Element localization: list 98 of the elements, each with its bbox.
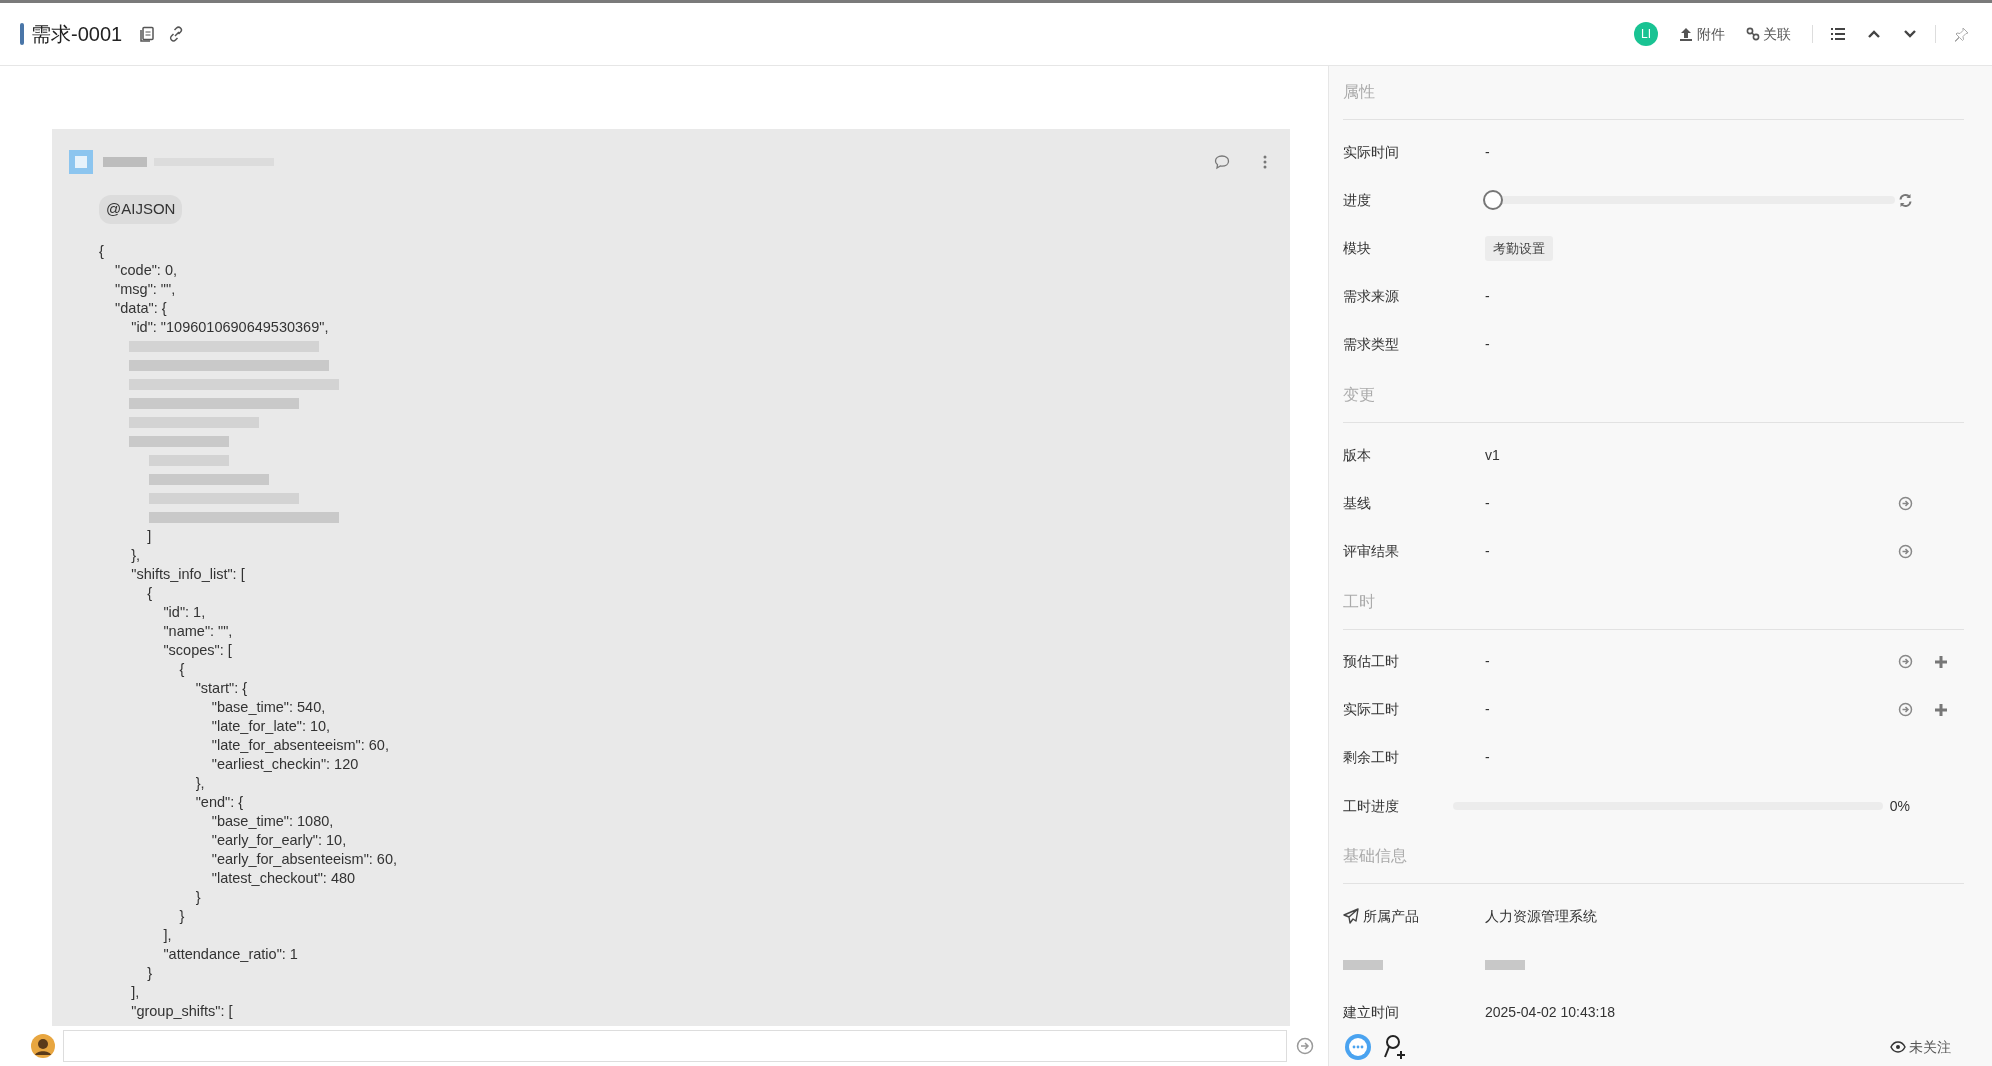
more-icon (1262, 155, 1268, 169)
field-label: 预估工时 (1343, 652, 1400, 672)
code-line: } (194, 887, 202, 907)
issue-title: 需求-0001 (31, 22, 123, 47)
code-line: { (99, 241, 105, 261)
field-value: - (1485, 748, 1490, 768)
blurred-avatar-icon (66, 147, 96, 177)
section-title: 属性 (1343, 66, 1964, 120)
field-label: 版本 (1343, 445, 1372, 465)
arrow-circle-icon (1897, 495, 1913, 511)
field-value: - (1485, 287, 1490, 307)
attachment-button[interactable]: 附件 (1679, 23, 1725, 45)
code-line: "base_time": 540, (210, 697, 327, 717)
field-label: 工时进度 (1343, 796, 1400, 816)
code-line: "early_for_absenteeism": 60, (210, 849, 398, 869)
blurred-label-drawing (1343, 957, 1383, 972)
link-icon (1745, 27, 1760, 41)
code-line: "id": 1, (162, 602, 207, 622)
link-icon (168, 26, 185, 42)
upload-icon (1679, 27, 1693, 41)
arrow-circle-icon (1897, 543, 1913, 559)
code-line: { (178, 659, 186, 679)
code-line: "early_for_early": 10, (210, 830, 348, 850)
pin-icon (1953, 26, 1969, 42)
section-title: 工时 (1343, 575, 1964, 630)
code-line: "name": "", (162, 621, 234, 641)
plus-icon (1934, 702, 1948, 717)
field-label: 所属产品 (1362, 906, 1419, 926)
code-line: "start": { (194, 678, 249, 698)
code-line: }, (130, 545, 142, 565)
field-value: - (1485, 335, 1490, 355)
code-line: ], (130, 982, 141, 1002)
copy-icon (139, 26, 156, 42)
field-label: 模块 (1343, 238, 1372, 258)
field-value: - (1485, 700, 1490, 720)
mention-tag[interactable]: @AIJSON (99, 195, 183, 224)
code-line: ], (162, 925, 173, 945)
module-tag: 考勤设置 (1485, 235, 1553, 262)
blurred-value-drawing (1485, 957, 1525, 972)
field-label: 需求来源 (1343, 287, 1400, 307)
code-line: "scopes": [ (162, 640, 233, 660)
paper-plane-icon (1343, 908, 1359, 925)
follow-button[interactable]: 未关注 (1889, 1036, 1951, 1058)
field-label: 建立时间 (1343, 1003, 1400, 1023)
refresh-icon (1898, 192, 1914, 208)
code-line: "latest_checkout": 480 (210, 868, 357, 888)
comment-input[interactable] (63, 1030, 1287, 1062)
code-line: "attendance_ratio": 1 (162, 944, 299, 964)
code-line: } (178, 906, 186, 926)
code-line: "group_shifts": [ (130, 1001, 234, 1021)
field-value: 人力资源管理系统 (1485, 906, 1597, 926)
field-label: 剩余工时 (1343, 748, 1400, 768)
slider-thumb[interactable] (1483, 190, 1503, 211)
chat-bubble-icon (1344, 1033, 1372, 1061)
code-line: }, (194, 773, 206, 793)
user-avatar-icon (30, 1033, 56, 1059)
speech-bubble-icon (1214, 154, 1230, 170)
code-line: ] (146, 526, 153, 546)
blurred-name-drawing (103, 155, 147, 169)
code-line: } (146, 963, 154, 983)
code-line: "id": "1096010690649530369", (130, 317, 330, 337)
arrow-circle-icon (1897, 654, 1913, 670)
code-line: "late_for_late": 10, (210, 716, 332, 736)
field-value: - (1485, 652, 1490, 672)
plus-icon (1934, 654, 1948, 669)
code-line: "shifts_info_list": [ (130, 564, 246, 584)
progress-slider[interactable] (1483, 190, 1895, 211)
list-icon (1830, 27, 1846, 41)
send-button[interactable] (1294, 1035, 1316, 1057)
add-user-icon (1382, 1033, 1408, 1061)
field-label: 基线 (1343, 493, 1372, 513)
field-value: - (1485, 541, 1490, 561)
code-line: "earliest_checkin": 120 (210, 754, 360, 774)
eye-icon (1889, 1040, 1906, 1054)
field-value: - (1485, 493, 1490, 513)
send-icon (1296, 1037, 1314, 1055)
arrow-circle-icon (1897, 702, 1913, 718)
section-title: 变更 (1343, 368, 1964, 423)
title-accent-bar (20, 23, 24, 45)
progress-reading: 0% (1889, 796, 1910, 816)
code-line: "data": { (114, 298, 168, 318)
code-line: { (146, 583, 154, 603)
code-line: "base_time": 1080, (210, 811, 335, 831)
field-label: 进度 (1343, 190, 1372, 210)
chat-button[interactable] (1343, 1032, 1373, 1062)
field-label: 需求类型 (1343, 335, 1400, 355)
code-line: "msg": "", (114, 279, 177, 299)
field-value: v1 (1485, 445, 1500, 465)
relate-button[interactable]: 关联 (1745, 23, 1791, 45)
section-title: 基础信息 (1343, 830, 1964, 885)
field-label: 实际时间 (1343, 142, 1400, 162)
code-line: "code": 0, (114, 260, 178, 280)
field-value: - (1485, 142, 1490, 162)
field-label: 实际工时 (1343, 700, 1400, 720)
field-value: 2025-04-02 10:43:18 (1485, 1003, 1615, 1023)
field-label: 评审结果 (1343, 541, 1400, 561)
code-line: "end": { (194, 792, 245, 812)
code-line: "late_for_absenteeism": 60, (210, 735, 390, 755)
